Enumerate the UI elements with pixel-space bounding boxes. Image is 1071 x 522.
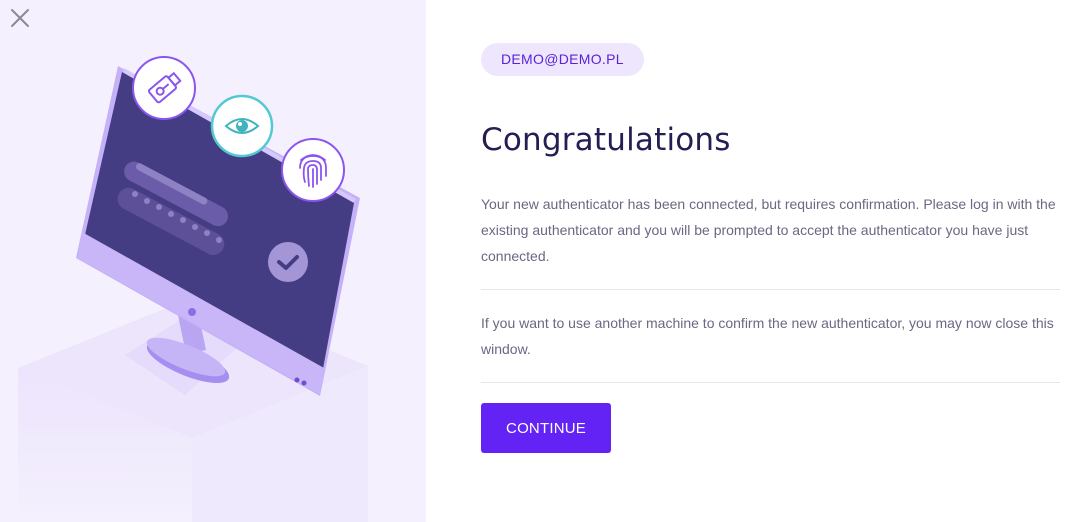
- divider: [481, 289, 1060, 290]
- confirmation-message: Your new authenticator has been connecte…: [481, 196, 1056, 264]
- eye-icon: [210, 94, 274, 158]
- close-window-message: If you want to use another machine to co…: [481, 315, 1054, 357]
- page-title: Congratulations: [481, 122, 731, 158]
- continue-button[interactable]: CONTINUE: [481, 403, 611, 453]
- close-icon: [11, 9, 29, 27]
- illustration-panel: [0, 0, 426, 522]
- email-badge: DEMO@DEMO.PL: [481, 43, 644, 76]
- usb-key-icon: [132, 56, 196, 120]
- security-illustration: [18, 56, 368, 522]
- divider: [481, 382, 1060, 383]
- fingerprint-icon: [281, 138, 345, 202]
- confirmation-panel: DEMO@DEMO.PL Congratulations Your new au…: [481, 0, 1060, 522]
- close-button[interactable]: [8, 6, 32, 30]
